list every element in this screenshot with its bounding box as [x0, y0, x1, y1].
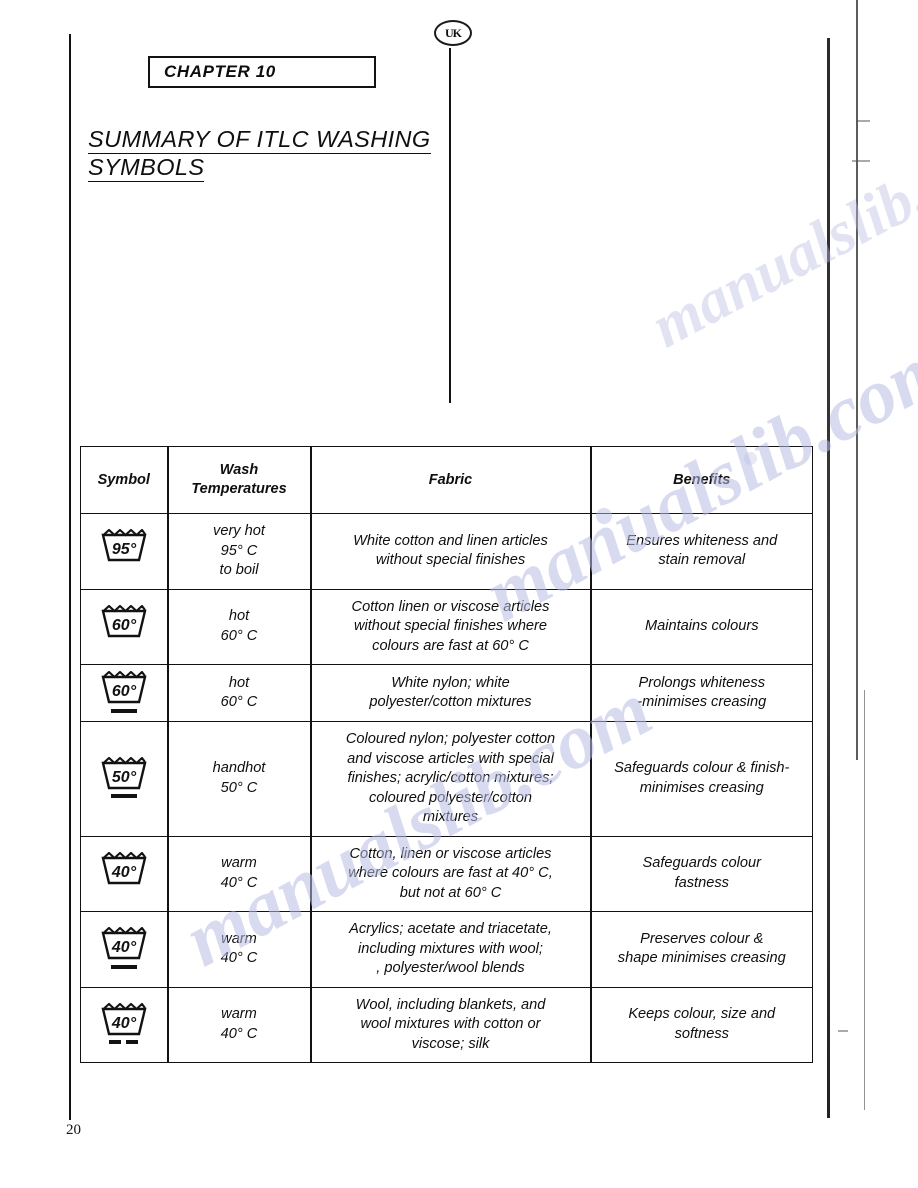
wash-tub-icon: 95° — [100, 529, 148, 562]
cell-symbol: 60° — [80, 588, 168, 665]
svg-text:50°: 50° — [112, 769, 137, 786]
action-bar — [110, 964, 137, 969]
wash-tub-symbol: 40° — [81, 851, 167, 896]
wash-tub-symbol: 40° — [81, 927, 167, 971]
column-header-fabric: Fabric — [309, 446, 592, 514]
chapter-label: CHAPTER 10 — [164, 62, 276, 81]
table-body: 95° very hot 95° C to boil White cotton an… — [80, 513, 813, 1063]
cell-symbol: 95° — [80, 513, 168, 590]
center-vertical-rule — [449, 48, 451, 403]
svg-text:60°: 60° — [112, 617, 137, 634]
region-badge: UK — [434, 20, 472, 46]
table-header-row: Symbol Wash Temperatures Fabric Benefits — [80, 446, 813, 514]
wash-tub-icon: 40° — [100, 927, 148, 960]
cell-benefits: Prolongs whiteness -minimises creasing — [590, 664, 813, 722]
cell-fabric: Wool, including blankets, and wool mixtu… — [309, 986, 592, 1063]
cell-fabric: Coloured nylon; polyester cotton and vis… — [309, 721, 592, 837]
wash-tub-action-bars — [110, 962, 137, 971]
wash-tub-action-bars — [110, 706, 137, 715]
wash-tub-icon: 50° — [100, 756, 148, 790]
action-bar — [110, 794, 137, 799]
cell-temperature: warm 40° C — [166, 986, 312, 1063]
action-bar — [126, 1040, 139, 1045]
cell-symbol: 40° — [80, 835, 168, 912]
chapter-box: CHAPTER 10 — [148, 56, 376, 88]
wash-tub-symbol: 60° — [81, 671, 167, 715]
wash-tub-symbol: 60° — [81, 604, 167, 649]
action-bar — [110, 708, 137, 713]
cell-temperature: warm 40° C — [166, 835, 312, 912]
cell-benefits: Safeguards colour fastness — [590, 835, 813, 912]
scan-speck — [852, 160, 870, 162]
column-header-symbol: Symbol — [80, 446, 168, 514]
svg-text:40°: 40° — [111, 864, 137, 881]
cell-temperature: very hot 95° C to boil — [166, 513, 312, 590]
cell-benefits: Safeguards colour & finish- minimises cr… — [590, 721, 813, 837]
cell-fabric: White nylon; white polyester/cotton mixt… — [309, 664, 592, 722]
page-number: 20 — [66, 1122, 81, 1138]
wash-tub-icon: 60° — [100, 671, 148, 704]
table-row: 40° warm 40° C Cotton, linen or viscose ar… — [80, 835, 813, 912]
cell-temperature: hot 60° C — [166, 588, 312, 665]
svg-text:40°: 40° — [111, 1015, 137, 1032]
scan-speck — [838, 1030, 848, 1032]
cell-temperature: warm 40° C — [166, 911, 312, 988]
cell-symbol: 60° — [80, 664, 168, 722]
scan-edge-artifact — [827, 38, 830, 1118]
wash-tub-symbol: 50° — [81, 756, 167, 801]
wash-tub-icon: 40° — [100, 1002, 148, 1036]
wash-tub-icon: 60° — [100, 604, 148, 638]
svg-text:60°: 60° — [112, 683, 137, 700]
wash-tub-symbol: 95° — [81, 529, 167, 573]
cell-temperature: hot 60° C — [166, 664, 312, 722]
table-row: 60° hot 60° C Cotton linen or viscose arti… — [80, 588, 813, 665]
action-bar — [109, 1040, 122, 1045]
table-row: 40° warm 40° C Wool, including blankets, a… — [80, 986, 813, 1063]
cell-fabric: Cotton linen or viscose articles without… — [309, 588, 592, 665]
column-header-temperature: Wash Temperatures — [166, 446, 312, 514]
cell-fabric: Cotton, linen or viscose articles where … — [309, 835, 592, 912]
cell-benefits: Maintains colours — [590, 588, 813, 665]
page-title: SUMMARY OF ITLC WASHING SYMBOLS — [88, 126, 488, 182]
wash-tub-action-bars — [109, 1038, 139, 1047]
scan-edge-artifact — [864, 690, 865, 1110]
watermark-text: manualslib.com — [640, 109, 918, 361]
cell-symbol: 40° — [80, 986, 168, 1063]
svg-text:40°: 40° — [111, 939, 137, 956]
cell-benefits: Preserves colour & shape minimises creas… — [590, 911, 813, 988]
table-row: 50° handhot 50° C Coloured nylon; polyeste… — [80, 721, 813, 837]
cell-benefits: Ensures whiteness and stain removal — [590, 513, 813, 590]
wash-tub-icon: 40° — [100, 851, 148, 885]
cell-temperature: handhot 50° C — [166, 721, 312, 837]
table-row: 95° very hot 95° C to boil White cotton an… — [80, 513, 813, 590]
page-title-line-1: SUMMARY OF ITLC WASHING — [88, 126, 431, 154]
page-title-line-2: SYMBOLS — [88, 154, 205, 182]
cell-symbol: 40° — [80, 911, 168, 988]
cell-benefits: Keeps colour, size and softness — [590, 986, 813, 1063]
wash-tub-action-bars — [110, 792, 137, 801]
table-row: 40° warm 40° C Acrylics; acetate and triac… — [80, 911, 813, 988]
cell-symbol: 50° — [80, 721, 168, 837]
cell-fabric: Acrylics; acetate and triacetate, includ… — [309, 911, 592, 988]
table-row: 60° hot 60° C White nylon; white polyester… — [80, 664, 813, 722]
svg-text:95°: 95° — [112, 541, 137, 558]
scan-edge-artifact — [856, 0, 858, 760]
cell-fabric: White cotton and linen articles without … — [309, 513, 592, 590]
wash-tub-symbol: 40° — [81, 1002, 167, 1047]
scan-speck — [856, 120, 870, 122]
left-margin-rule — [69, 34, 71, 1120]
region-badge-label: UK — [445, 25, 462, 40]
washing-symbols-table: Symbol Wash Temperatures Fabric Benefits… — [80, 446, 813, 1063]
scanned-manual-page: UK CHAPTER 10 SUMMARY OF ITLC WASHING SY… — [0, 0, 918, 1188]
column-header-benefits: Benefits — [590, 446, 813, 514]
